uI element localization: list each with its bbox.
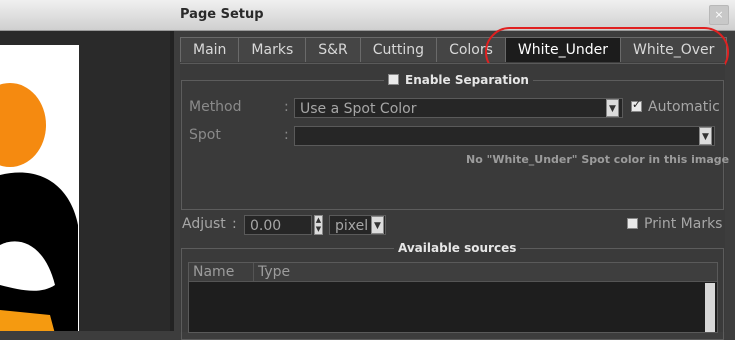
column-header-name[interactable]: Name [189, 263, 254, 281]
enable-separation-checkbox[interactable] [388, 74, 399, 85]
automatic-checkbox[interactable] [631, 98, 642, 112]
tab-main[interactable]: Main [180, 37, 240, 62]
print-marks-option[interactable]: Print Marks [627, 216, 722, 232]
spot-colon: : [284, 127, 289, 143]
column-header-type[interactable]: Type [254, 263, 290, 281]
tab-s-and-r[interactable]: S&R [305, 37, 361, 62]
chevron-down-icon[interactable]: ▼ [606, 99, 619, 117]
spot-label: Spot [189, 127, 221, 143]
close-icon[interactable]: × [709, 5, 729, 25]
method-colon: : [284, 99, 289, 115]
chevron-down-icon[interactable]: ▼ [371, 216, 384, 234]
method-label: Method [189, 99, 242, 115]
method-select[interactable]: Use a Spot Color [294, 98, 623, 118]
spot-select[interactable] [294, 126, 715, 146]
tab-cutting[interactable]: Cutting [359, 37, 438, 62]
tab-marks[interactable]: Marks [238, 37, 307, 62]
print-marks-label: Print Marks [644, 216, 723, 232]
list-header: Name Type [189, 263, 717, 282]
adjust-colon: : [232, 216, 237, 232]
spot-missing-message: No "White_Under" Spot color in this imag… [466, 153, 730, 166]
chevron-down-icon[interactable]: ▼ [699, 127, 712, 145]
enable-separation-label: Enable Separation [405, 73, 529, 87]
panel-splitter[interactable] [170, 31, 174, 331]
preview-panel [0, 31, 170, 331]
preview-canvas[interactable] [0, 45, 79, 331]
adjust-input[interactable]: 0.00 [244, 215, 312, 235]
window-title: Page Setup [180, 7, 264, 22]
adjust-label: Adjust [182, 216, 226, 232]
spinner-arrows-icon[interactable]: ▲ ▼ [314, 215, 323, 235]
print-marks-checkbox[interactable] [627, 218, 638, 229]
preview-artwork [0, 83, 78, 331]
sources-list[interactable]: Name Type [188, 262, 718, 333]
sources-legend: Available sources [394, 241, 521, 255]
list-scrollbar[interactable] [705, 283, 715, 332]
enable-separation-toggle[interactable]: Enable Separation [384, 73, 533, 87]
automatic-label: Automatic [648, 99, 720, 115]
automatic-option[interactable]: Automatic [631, 98, 720, 115]
